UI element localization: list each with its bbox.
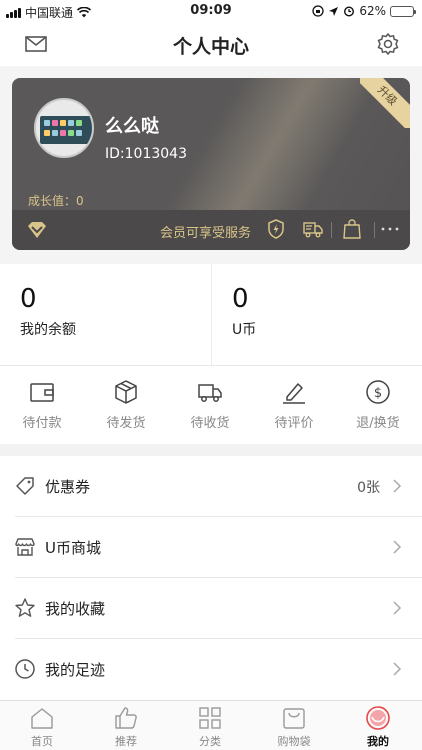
svg-text:$: $ — [374, 386, 382, 401]
store-icon — [15, 538, 35, 556]
order-pending-receipt[interactable]: 待收货 — [168, 378, 252, 431]
menu-item-label: 我的收藏 — [45, 600, 106, 618]
card-service-bar[interactable]: 会员可享受服务 — [12, 210, 410, 250]
menu-item-coupons[interactable]: 优惠券 0张 — [0, 456, 422, 516]
order-label: 退/换货 — [356, 416, 400, 431]
growth-number: 0 — [76, 194, 84, 208]
growth-value: 成长值：0 — [28, 192, 84, 209]
grid-icon — [199, 707, 221, 729]
order-pending-payment[interactable]: 待付款 — [0, 378, 84, 431]
dollar-circle-icon: $ — [366, 380, 390, 404]
user-id: ID:1013043 — [105, 146, 187, 162]
pen-icon — [283, 383, 305, 404]
username: 么么哒 — [105, 116, 159, 137]
chevron-right-icon — [393, 601, 402, 615]
balance-cell[interactable]: 0 我的余额 — [0, 264, 211, 365]
order-pending-shipment[interactable]: 待发货 — [84, 378, 168, 431]
shopping-bag-icon — [343, 219, 361, 239]
profile-icon — [366, 706, 390, 730]
menu-item-favorites[interactable]: 我的收藏 — [0, 578, 422, 638]
thumbs-up-icon — [115, 707, 137, 729]
wallet-icon — [30, 383, 54, 402]
avatar[interactable] — [34, 98, 94, 158]
ucoin-label: U币 — [232, 322, 257, 338]
tab-home[interactable]: 首页 — [0, 705, 84, 749]
balance-label: 我的余额 — [20, 322, 76, 338]
order-label: 待发货 — [106, 416, 146, 431]
tab-label: 分类 — [199, 735, 221, 748]
home-icon — [31, 708, 53, 729]
wallet-section: 0 我的余额 0 U币 — [0, 264, 422, 365]
shield-bolt-icon — [268, 219, 284, 239]
order-label: 待收货 — [190, 416, 230, 431]
tab-bag[interactable]: 购物袋 — [252, 705, 336, 749]
order-status-bar: 待付款 待发货 待收货 待评价 $ 退/换货 — [0, 366, 422, 444]
menu-item-label: 优惠券 — [45, 478, 91, 496]
star-icon — [15, 598, 35, 617]
menu-item-label: 我的足迹 — [45, 661, 106, 679]
upgrade-label: 升级 — [360, 78, 410, 128]
nav-bar: 个人中心 — [0, 22, 422, 66]
truck-icon — [198, 384, 222, 402]
order-label: 待付款 — [22, 416, 62, 431]
rotation-lock-icon — [312, 5, 324, 17]
growth-label: 成长值： — [28, 194, 77, 208]
ucoin-value: 0 — [232, 284, 249, 314]
page-title: 个人中心 — [172, 36, 249, 58]
menu-item-label: U币商城 — [45, 539, 101, 557]
service-label: 会员可享受服务 — [160, 226, 252, 241]
status-bar: 中国联通 09:09 62% — [0, 0, 422, 22]
order-returns[interactable]: $ 退/换货 — [336, 378, 420, 431]
more-icon[interactable] — [379, 218, 401, 240]
gear-icon[interactable] — [376, 32, 400, 56]
chevron-right-icon — [393, 540, 402, 554]
diamond-icon — [28, 222, 46, 238]
chevron-right-icon — [393, 479, 402, 493]
location-icon — [329, 6, 339, 16]
service-divider — [331, 222, 332, 238]
coupon-count: 0张 — [357, 480, 380, 496]
section-gap — [0, 444, 422, 456]
delivery-truck-icon — [303, 222, 323, 238]
tab-label: 首页 — [31, 735, 53, 748]
upgrade-ribbon[interactable]: 升级 — [360, 78, 410, 128]
chevron-right-icon — [393, 662, 402, 676]
tab-label: 我的 — [367, 735, 389, 748]
clock-icon — [15, 659, 35, 679]
tag-icon — [16, 477, 34, 495]
menu-item-history[interactable]: 我的足迹 — [0, 639, 422, 699]
tab-category[interactable]: 分类 — [168, 705, 252, 749]
battery-icon — [390, 5, 416, 17]
order-pending-review[interactable]: 待评价 — [252, 378, 336, 431]
alarm-icon — [344, 6, 355, 17]
member-card-section: 么么哒 ID:1013043 成长值：0 升级 会员可享受服务 — [0, 66, 422, 264]
box-icon — [115, 380, 137, 404]
tab-bar: 首页 推荐 分类 购物袋 我的 — [0, 700, 422, 750]
battery-percent: 62% — [359, 4, 386, 18]
service-divider-2 — [374, 222, 375, 238]
tab-label: 推荐 — [115, 735, 137, 748]
menu-list: 优惠券 0张 U币商城 我的收藏 我的足迹 — [0, 456, 422, 700]
member-card[interactable]: 么么哒 ID:1013043 成长值：0 升级 会员可享受服务 — [12, 78, 410, 250]
menu-item-ucoin-store[interactable]: U币商城 — [0, 517, 422, 577]
tab-me[interactable]: 我的 — [336, 705, 420, 749]
status-right: 62% — [312, 4, 416, 18]
balance-value: 0 — [20, 284, 37, 314]
bag-icon — [283, 708, 305, 729]
tab-label: 购物袋 — [277, 735, 311, 748]
tab-recommend[interactable]: 推荐 — [84, 705, 168, 749]
ucoin-cell[interactable]: 0 U币 — [211, 264, 422, 365]
avatar-image — [40, 116, 92, 144]
order-label: 待评价 — [274, 416, 314, 431]
